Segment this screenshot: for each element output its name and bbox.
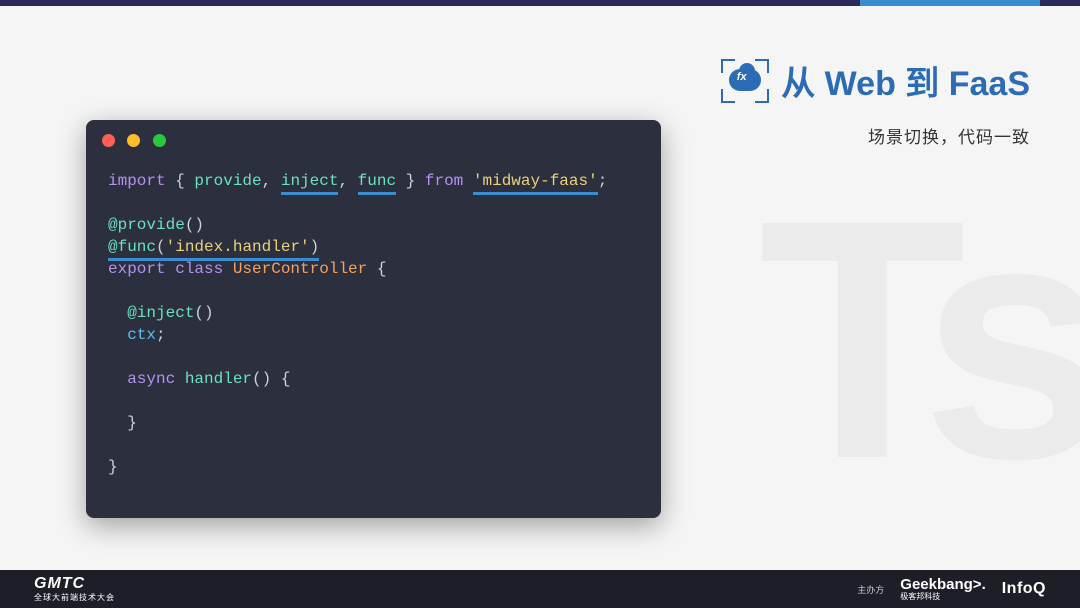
maximize-icon [153, 134, 166, 147]
infoq-logo: InfoQ [1002, 580, 1046, 598]
sponsor-label: 主办方 [857, 583, 884, 596]
sponsors: 主办方 Geekbang>. 极客邦科技 InfoQ [857, 576, 1046, 602]
footer-bar: GMTC 全球大前端技术大会 主办方 Geekbang>. 极客邦科技 Info… [0, 570, 1080, 608]
top-accent [860, 0, 1040, 6]
geekbang-logo: Geekbang>. 极客邦科技 [900, 576, 985, 602]
window-controls [86, 120, 661, 156]
slide-subtitle: 场景切换，代码一致 [721, 123, 1030, 148]
slide-title: 从 Web 到 FaaS [781, 56, 1030, 105]
title-block: fx 从 Web 到 FaaS 场景切换，代码一致 [721, 56, 1030, 148]
code-window: import { provide, inject, func } from 'm… [86, 120, 661, 518]
code-block: import { provide, inject, func } from 'm… [86, 156, 661, 492]
gmtc-logo: GMTC 全球大前端技术大会 [34, 575, 115, 603]
minimize-icon [127, 134, 140, 147]
faas-cloud-icon: fx [721, 59, 769, 103]
close-icon [102, 134, 115, 147]
title-row: fx 从 Web 到 FaaS [721, 56, 1030, 105]
ts-watermark: Ts [758, 170, 1080, 510]
